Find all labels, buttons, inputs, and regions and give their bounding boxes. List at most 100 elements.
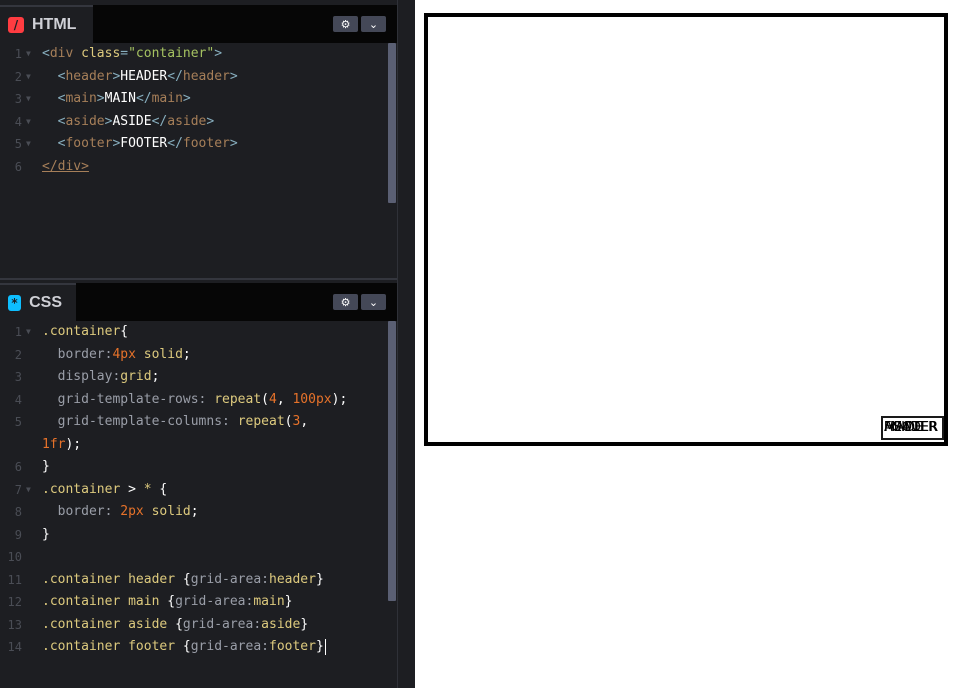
- code-line[interactable]: 3 ▼ <main>MAIN</main>: [0, 88, 397, 111]
- css-settings-button[interactable]: ⚙: [333, 294, 358, 310]
- code-token: 4: [269, 391, 277, 407]
- code-token: {: [159, 481, 168, 497]
- line-number: 13: [7, 617, 22, 632]
- code-text: .container > * {: [42, 479, 167, 502]
- code-token: solid: [143, 346, 183, 362]
- code-token: </: [151, 113, 168, 129]
- code-token: aside: [65, 113, 105, 129]
- line-number: 9: [14, 527, 22, 542]
- code-token: >: [206, 113, 215, 129]
- code-line[interactable]: 4 grid-template-rows: repeat(4, 100px);: [0, 389, 397, 412]
- code-line[interactable]: 8 border: 2px solid;: [0, 501, 397, 524]
- preview-grid-container: HEADER MAIN ASIDE FOOTER: [424, 13, 948, 446]
- code-line[interactable]: 1 ▼ <div class="container">: [0, 43, 397, 66]
- code-line[interactable]: 2 ▼ <header>HEADER</header>: [0, 66, 397, 89]
- code-line[interactable]: 13 .container aside {grid-area:aside}: [0, 614, 397, 637]
- code-token: </: [167, 136, 183, 151]
- code-token: repeat: [237, 414, 285, 429]
- preview-footer-item: FOOTER: [881, 416, 944, 440]
- code-line[interactable]: 3 display:grid;: [0, 366, 397, 389]
- html-collapse-button[interactable]: ⌄: [361, 16, 386, 32]
- code-line[interactable]: 12 .container main {grid-area:main}: [0, 591, 397, 614]
- code-line[interactable]: 1fr);: [0, 434, 397, 457]
- code-line[interactable]: 6 </div>: [0, 156, 397, 179]
- code-token: class: [81, 46, 121, 61]
- html-pane-header: / HTML ⚙ ⌄: [0, 5, 397, 43]
- code-token: border: [57, 346, 105, 362]
- code-token: footer: [269, 639, 316, 654]
- code-token: }: [315, 571, 324, 587]
- code-token: </: [135, 91, 152, 106]
- fold-arrow-icon[interactable]: ▼: [26, 111, 31, 134]
- html-code-area[interactable]: 1 ▼ <div class="container"> 2 ▼ <header>HEAD…: [0, 43, 397, 278]
- code-line[interactable]: 5 ▼ <footer>FOOTER</footer>: [0, 133, 397, 156]
- fold-arrow-icon[interactable]: ▼: [26, 43, 31, 66]
- code-token: );: [331, 391, 348, 407]
- code-token: *: [143, 481, 152, 497]
- css-editor-pane: * CSS ⚙ ⌄ 1 ▼ .container{2 border:4px soli…: [0, 280, 397, 688]
- css-tab[interactable]: * CSS: [0, 283, 76, 321]
- fold-arrow-icon[interactable]: ▼: [26, 133, 31, 156]
- code-token: header: [182, 68, 230, 84]
- fold-arrow-icon[interactable]: ▼: [26, 66, 31, 89]
- code-token: ;: [151, 369, 160, 384]
- css-collapse-button[interactable]: ⌄: [361, 294, 386, 310]
- code-token: grid-area: [190, 571, 262, 587]
- line-number: 5: [14, 137, 22, 151]
- line-number: 6: [14, 460, 22, 474]
- code-token: }: [300, 616, 309, 632]
- code-token: grid-area: [190, 639, 262, 654]
- preview-resize-handle[interactable]: [397, 0, 415, 688]
- code-token: }: [42, 459, 50, 474]
- code-token: 1fr: [42, 436, 66, 452]
- code-token: >: [229, 68, 238, 84]
- code-token: .container: [42, 481, 121, 497]
- line-number: 3: [14, 370, 22, 384]
- chevron-down-icon: ⌄: [368, 17, 379, 31]
- code-line[interactable]: 5 grid-template-columns: repeat(3,: [0, 411, 397, 434]
- code-token: main: [151, 91, 183, 106]
- code-line[interactable]: 1 ▼ .container{: [0, 321, 397, 344]
- code-token: (: [261, 391, 269, 407]
- line-number: 10: [7, 550, 22, 564]
- code-line[interactable]: 10: [0, 546, 397, 569]
- code-line[interactable]: 7 ▼ .container > * {: [0, 479, 397, 502]
- html-pane-actions: ⚙ ⌄: [333, 16, 386, 32]
- code-line[interactable]: 11 .container header {grid-area:header}: [0, 569, 397, 592]
- code-text: .container header {grid-area:header}: [42, 569, 324, 592]
- html-settings-button[interactable]: ⚙: [333, 16, 358, 32]
- code-line[interactable]: 9}: [0, 524, 397, 547]
- code-token: {: [167, 594, 176, 609]
- line-number: 12: [7, 595, 22, 609]
- css-pane-actions: ⚙ ⌄: [333, 294, 386, 310]
- code-line[interactable]: 2 border:4px solid;: [0, 344, 397, 367]
- code-token: :: [222, 414, 238, 429]
- fold-arrow-icon[interactable]: ▼: [26, 321, 31, 344]
- css-scrollbar[interactable]: [388, 321, 396, 601]
- line-number: 4: [14, 114, 22, 129]
- code-text: <div class="container">: [42, 43, 222, 66]
- code-token: .container aside: [42, 616, 168, 632]
- html-tab[interactable]: / HTML: [0, 5, 93, 43]
- code-line[interactable]: 6}: [0, 456, 397, 479]
- fold-arrow-icon[interactable]: ▼: [26, 88, 31, 111]
- fold-arrow-icon[interactable]: ▼: [26, 479, 31, 502]
- code-line[interactable]: 4 ▼ <aside>ASIDE</aside>: [0, 111, 397, 134]
- slash-icon: /: [8, 17, 24, 33]
- code-token: ;: [182, 346, 191, 362]
- html-scrollbar[interactable]: [388, 43, 396, 203]
- css-pane-header: * CSS ⚙ ⌄: [0, 283, 397, 321]
- code-token: .container: [42, 324, 121, 339]
- result-preview: HEADER MAIN ASIDE FOOTER: [415, 0, 956, 688]
- code-line[interactable]: 14 .container footer {grid-area:footer}: [0, 636, 397, 659]
- css-code-area[interactable]: 1 ▼ .container{2 border:4px solid; 3 displa…: [0, 321, 397, 688]
- line-number: 5: [14, 415, 22, 429]
- code-token: solid: [151, 504, 191, 519]
- code-text: </div>: [42, 156, 89, 179]
